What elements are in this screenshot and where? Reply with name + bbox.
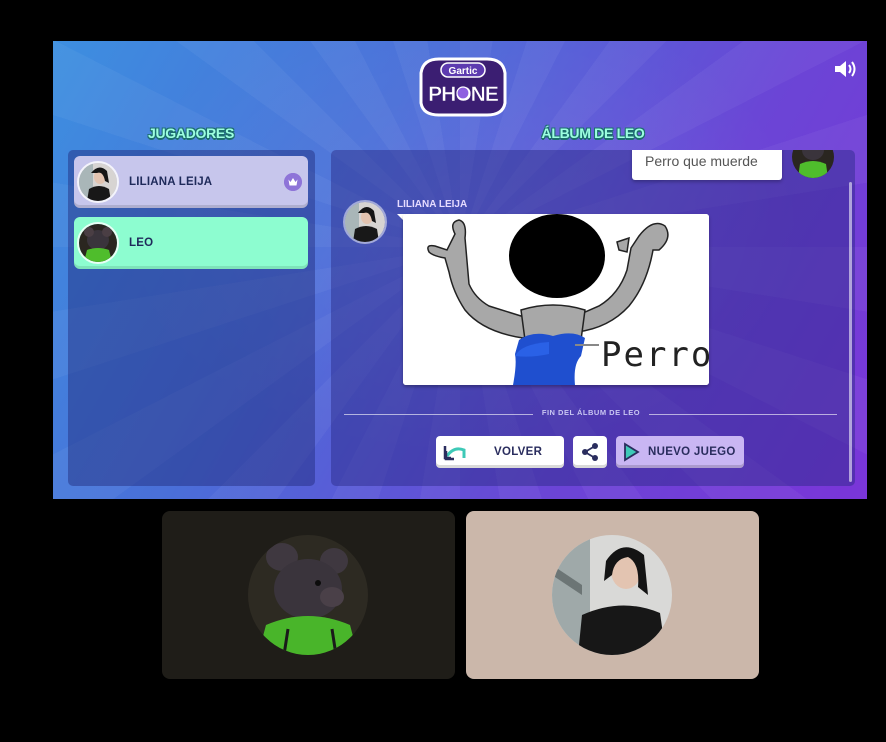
avatar [552, 535, 672, 655]
avatar [792, 150, 834, 178]
back-button[interactable]: VOLVER [436, 436, 564, 468]
previous-message-bubble: Perro que muerde [632, 150, 782, 180]
share-button[interactable] [573, 436, 607, 468]
player-name: LILIANA LEIJA [129, 176, 213, 188]
game-window: Gartic PHONE JUGADORES ÁLBUM DE LEO LILI… [53, 41, 867, 499]
share-icon [582, 443, 598, 461]
avatar [248, 535, 368, 655]
new-game-button[interactable]: NUEVO JUEGO [616, 436, 744, 468]
logo-top-text: Gartic [449, 66, 478, 77]
avatar [77, 161, 119, 203]
end-of-album-label: FIN DEL ÁLBUM DE LEO [541, 408, 641, 417]
players-title: JUGADORES [148, 125, 234, 141]
video-tile-liliana [466, 511, 759, 679]
crown-icon [284, 173, 302, 191]
album-scrollbar[interactable] [849, 182, 852, 482]
player-name: LEO [129, 237, 154, 249]
album-title: ÁLBUM DE LEO [541, 125, 645, 141]
divider [344, 414, 533, 415]
new-game-button-label: NUEVO JUEGO [648, 446, 736, 458]
player-row-liliana[interactable]: LILIANA LEIJA [74, 156, 308, 208]
speaker-volume-icon[interactable] [833, 58, 859, 80]
play-icon [624, 442, 640, 462]
album-panel: Perro que muerde LILIANA LEIJA Perro FIN… [331, 150, 855, 486]
drawing-text: Perro [601, 335, 709, 375]
player-row-leo[interactable]: LEO [74, 217, 308, 269]
back-button-label: VOLVER [494, 446, 543, 458]
back-arrow-icon [443, 446, 466, 461]
video-tile-leo [162, 511, 455, 679]
player-drawing: Perro [403, 214, 709, 385]
drawing-canvas: Perro [403, 214, 709, 385]
avatar [343, 200, 387, 244]
drawing-author: LILIANA LEIJA [397, 199, 468, 210]
players-panel: LILIANA LEIJA LEO [68, 150, 315, 486]
gartic-phone-logo: Gartic PHONE [419, 57, 507, 117]
avatar [77, 222, 119, 264]
divider [649, 414, 837, 415]
